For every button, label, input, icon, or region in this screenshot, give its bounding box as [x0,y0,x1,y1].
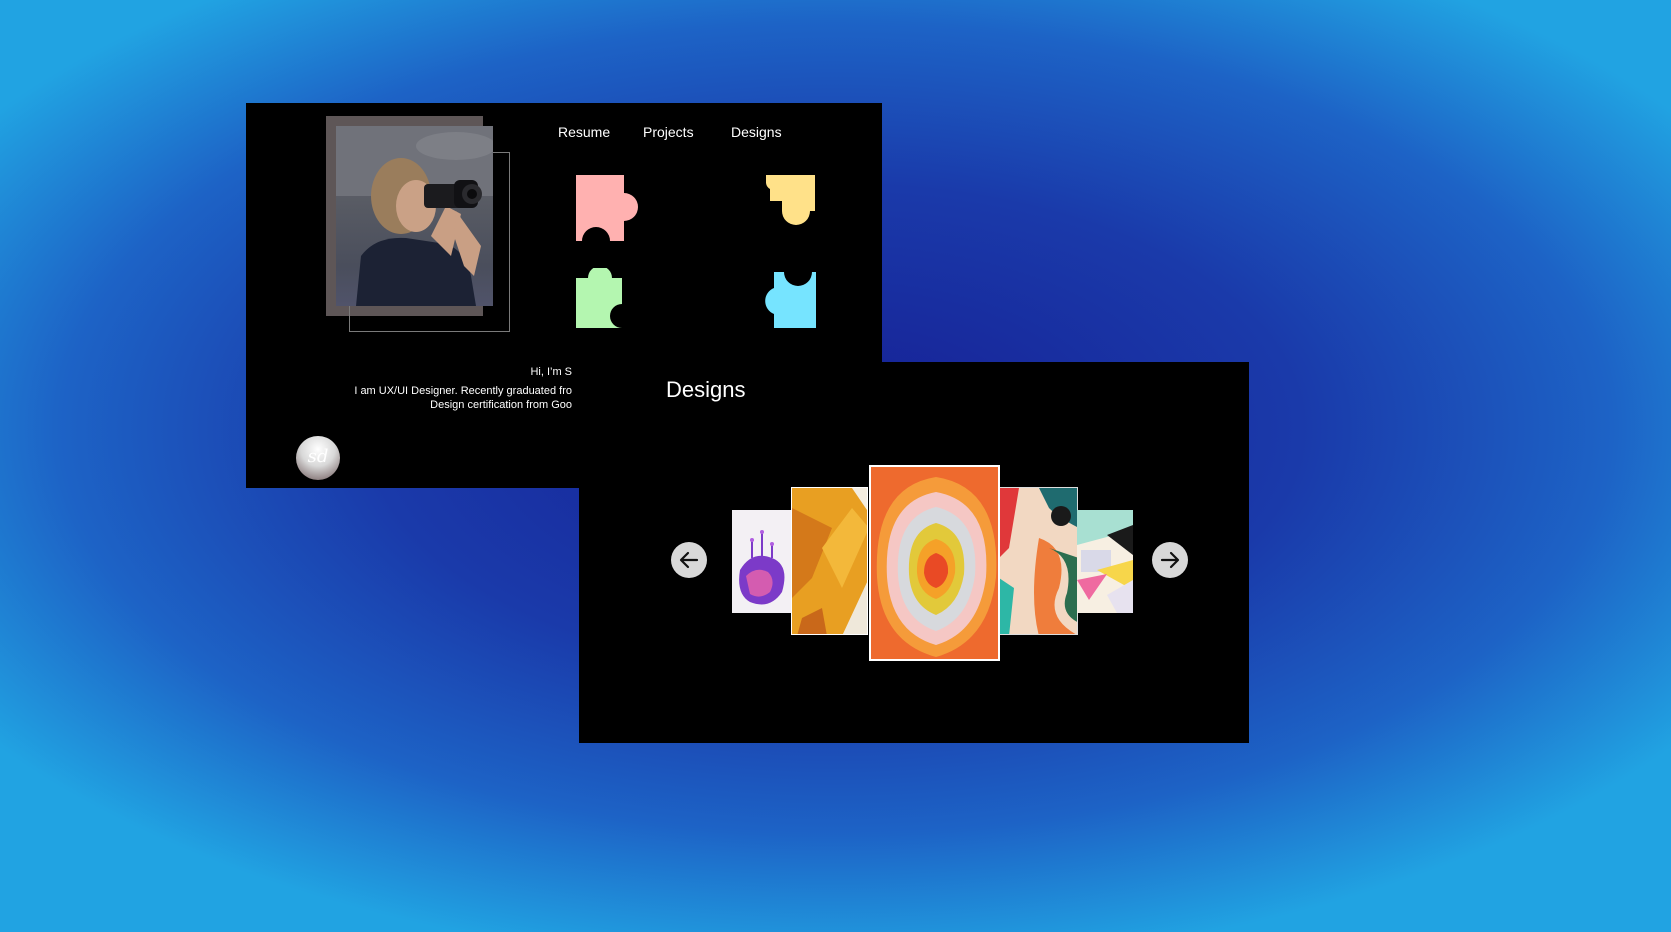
bio-line-2: Design certification from Goo [430,399,572,411]
nav-projects[interactable]: Projects [643,124,694,140]
carousel-next-button[interactable] [1152,542,1188,578]
nav-resume[interactable]: Resume [558,124,610,140]
design-thumbnail-2[interactable] [791,487,868,635]
puzzle-piece-designs-icon[interactable] [766,175,818,231]
design-thumbnail-4[interactable] [998,487,1078,635]
carousel-prev-button[interactable] [671,542,707,578]
arrow-right-icon [1160,551,1180,569]
design-thumbnail-1[interactable] [732,510,792,613]
puzzle-piece-contact-icon[interactable] [754,268,820,328]
designs-title: Designs [666,377,746,402]
sd-logo[interactable]: sd [296,436,340,480]
design-thumbnail-5[interactable] [1077,510,1133,613]
logo-text: sd [307,446,329,467]
puzzle-piece-resume-icon[interactable] [576,175,644,241]
profile-photo [336,126,493,306]
designs-card: Designs [579,362,1249,743]
design-thumbnail-3-selected[interactable] [869,465,1000,661]
nav-designs[interactable]: Designs [731,124,782,140]
puzzle-piece-projects-icon[interactable] [576,268,634,328]
bio-line-1: I am UX/UI Designer. Recently graduated … [354,385,572,397]
bio-greeting: Hi, I’m S [530,366,572,378]
arrow-left-icon [679,551,699,569]
